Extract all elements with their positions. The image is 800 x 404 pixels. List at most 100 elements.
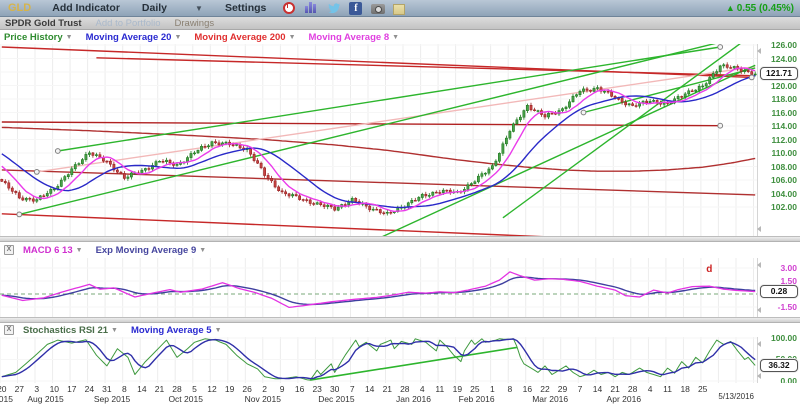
indicator-dropdown[interactable]: Exp Moving Average 9▼ <box>96 245 207 256</box>
axis-scroll-arrow[interactable] <box>757 48 761 54</box>
axis-tick-label: 110.00 <box>771 148 797 158</box>
symbol-subbar: SPDR Gold Trust Add to Portfolio Drawing… <box>0 17 800 30</box>
month-label: Feb 2016 <box>459 394 495 404</box>
indicator-label: Moving Average 8 <box>309 32 390 43</box>
last-value-badge: 121.71 <box>760 67 798 80</box>
date-tick-label: 26 <box>242 384 251 394</box>
trading-app: GLD Add Indicator Daily▼ Settings f ▲0.5… <box>0 0 800 404</box>
macd-panel: d 3.001.50-1.500.28 <box>0 258 800 317</box>
indicator-dropdown[interactable]: Moving Average 8▼ <box>309 32 400 43</box>
date-tick-label: 3 <box>34 384 39 394</box>
axis-tick-label: 114.00 <box>771 121 797 131</box>
axis-tick-label: 124.00 <box>771 54 797 64</box>
date-tick-label: 10 <box>50 384 59 394</box>
axis-scroll-arrow[interactable] <box>757 262 761 268</box>
chevron-down-icon: ▼ <box>111 327 118 334</box>
indicator-label: Stochastics RSI 21 <box>23 325 108 336</box>
symbol-label: GLD <box>8 2 31 14</box>
month-label: Nov 2015 <box>245 394 281 404</box>
date-tick-label: 14 <box>137 384 146 394</box>
month-label: Apr 2016 <box>607 394 642 404</box>
axis-scroll-arrow[interactable] <box>757 226 761 232</box>
axis-scroll-arrow[interactable] <box>757 341 761 347</box>
close-panel-button[interactable]: X <box>4 325 14 335</box>
macd-axis[interactable]: 3.001.50-1.500.28 <box>757 258 800 317</box>
close-panel-button[interactable]: X <box>4 245 14 255</box>
indicator-dropdown[interactable]: MACD 6 13▼ <box>23 245 83 256</box>
price-axis[interactable]: 126.00124.00120.00118.00116.00114.00112.… <box>757 44 800 236</box>
axis-tick-label: 106.00 <box>771 175 797 185</box>
date-tick-label: 7 <box>578 384 583 394</box>
settings-button[interactable]: Settings <box>225 2 266 14</box>
date-tick-label: 8 <box>508 384 513 394</box>
date-tick-label: 11 <box>435 384 444 394</box>
date-tick-label: 1 <box>490 384 495 394</box>
date-tick-label: 16 <box>295 384 304 394</box>
last-value-badge: 0.28 <box>760 285 798 298</box>
date-tick-label: 22 <box>540 384 549 394</box>
date-tick-label: 12 <box>207 384 216 394</box>
chevron-down-icon: ▼ <box>392 34 399 41</box>
price-chart[interactable] <box>0 44 757 236</box>
stoch-chart[interactable] <box>0 337 757 383</box>
alarm-icon[interactable] <box>283 2 297 15</box>
date-tick-label: 19 <box>453 384 462 394</box>
month-label: Jan 2016 <box>396 394 431 404</box>
indicator-dropdown[interactable]: Moving Average 5▼ <box>131 325 222 336</box>
chevron-down-icon: ▼ <box>174 34 181 41</box>
price-panel: 126.00124.00120.00118.00116.00114.00112.… <box>0 44 800 236</box>
indicator-label: Moving Average 5 <box>131 325 212 336</box>
price-change: ▲0.55 (0.45%) <box>726 3 796 14</box>
date-tick-label: 31 <box>102 384 111 394</box>
indicator-dropdown[interactable]: Stochastics RSI 21▼ <box>23 325 118 336</box>
axis-tick-label: 112.00 <box>771 135 797 145</box>
date-tick-label: 28 <box>400 384 409 394</box>
month-label: Mar 2016 <box>532 394 568 404</box>
month-label: Oct 2015 <box>168 394 203 404</box>
date-tick-label: 25 <box>698 384 707 394</box>
notes-icon[interactable] <box>393 2 407 15</box>
date-tick-label: 28 <box>172 384 181 394</box>
camera-icon[interactable] <box>371 2 385 15</box>
date-tick-label: 14 <box>365 384 374 394</box>
add-to-portfolio-link[interactable]: Add to Portfolio <box>96 18 161 29</box>
stoch-axis[interactable]: 100.0050.000.0036.32 <box>757 337 800 383</box>
top-toolbar: GLD Add Indicator Daily▼ Settings f ▲0.5… <box>0 0 800 17</box>
date-tick-label: 16 <box>523 384 532 394</box>
date-tick-label: 2 <box>262 384 267 394</box>
last-value-badge: 36.32 <box>760 359 798 372</box>
axis-scroll-arrow[interactable] <box>757 373 761 379</box>
drawings-menu[interactable]: Drawings <box>175 18 215 29</box>
date-tick-label: 24 <box>85 384 94 394</box>
interval-label: Daily <box>142 2 167 14</box>
add-indicator-button[interactable]: Add Indicator <box>52 2 120 14</box>
indicator-label: Moving Average 200 <box>194 32 285 43</box>
axis-tick-label: 104.00 <box>771 189 797 199</box>
month-label: Dec 2015 <box>318 394 354 404</box>
date-tick-label: 25 <box>470 384 479 394</box>
interval-dropdown[interactable]: Daily▼ <box>142 2 203 14</box>
axis-scroll-arrow[interactable] <box>757 307 761 313</box>
date-tick-label: 9 <box>280 384 285 394</box>
macd-indicator-row: X MACD 6 13▼ Exp Moving Average 9▼ <box>0 242 800 258</box>
stoch-indicator-row: XStochastics RSI 21▼Moving Average 5▼ <box>0 323 800 337</box>
twitter-icon[interactable] <box>327 2 341 15</box>
month-label: Sep 2015 <box>94 394 130 404</box>
date-tick-label: 30 <box>330 384 339 394</box>
chevron-down-icon: ▼ <box>289 34 296 41</box>
indicator-dropdown[interactable]: Price History▼ <box>4 32 73 43</box>
barchart-icon[interactable] <box>305 2 319 15</box>
date-axis: 2027310172431814212851219262916233071421… <box>0 383 800 404</box>
indicator-label: Exp Moving Average 9 <box>96 245 197 256</box>
indicator-dropdown[interactable]: Moving Average 200 ▼ <box>194 32 295 43</box>
indicator-dropdown[interactable]: Moving Average 20▼ <box>86 32 182 43</box>
axis-tick-label: 3.00 <box>780 263 797 273</box>
axis-tick-label: 100.00 <box>771 333 797 343</box>
indicator-label: Moving Average 20 <box>86 32 172 43</box>
facebook-icon[interactable]: f <box>349 2 363 15</box>
date-tick-label: 7 <box>350 384 355 394</box>
macd-chart[interactable]: d <box>0 258 757 317</box>
stoch-panel: 100.0050.000.0036.32 <box>0 337 800 383</box>
date-tick-label: 4 <box>648 384 653 394</box>
month-label: 2015 <box>0 394 13 404</box>
